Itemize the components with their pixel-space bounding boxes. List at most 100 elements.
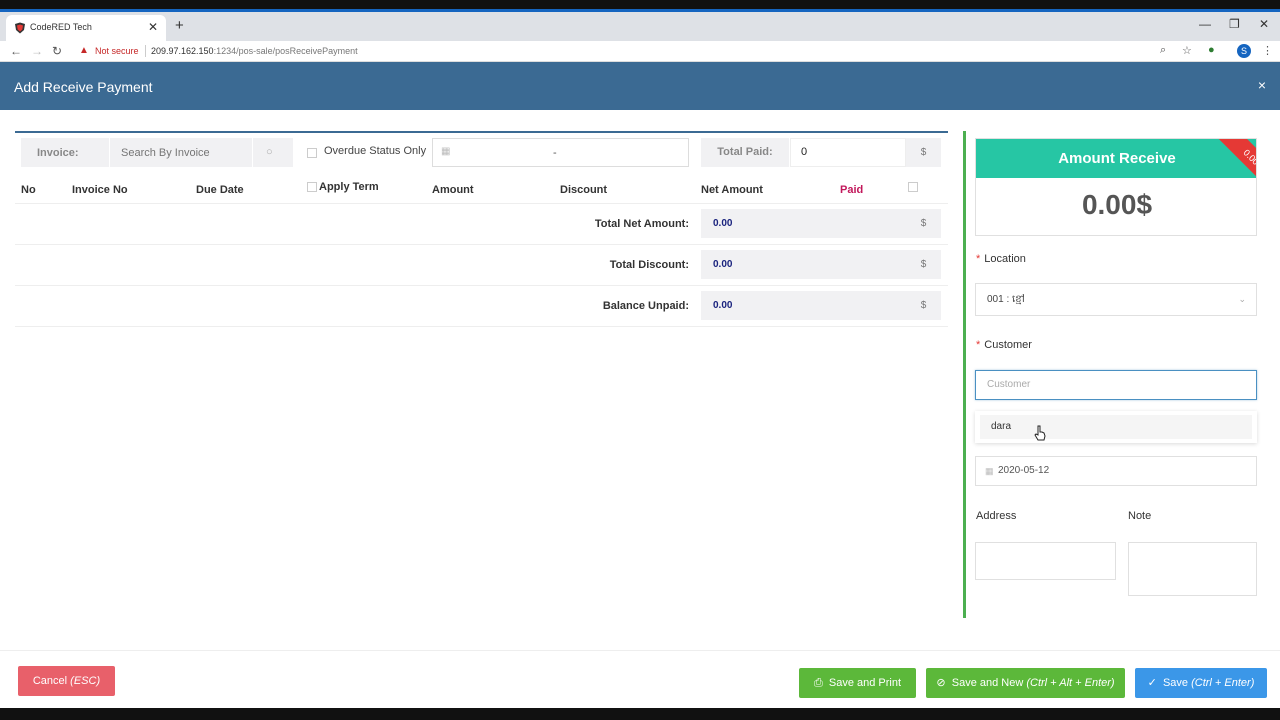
amount-receive-card: Amount Receive 0.00$ 0.00$ bbox=[975, 138, 1257, 236]
customer-option[interactable]: dara bbox=[980, 415, 1252, 439]
divider bbox=[15, 285, 948, 286]
location-label: * Location bbox=[976, 253, 1026, 265]
save-new-hint: (Ctrl + Alt + Enter) bbox=[1026, 677, 1115, 689]
invoice-search-input[interactable] bbox=[110, 138, 252, 167]
location-label-text: Location bbox=[984, 253, 1026, 265]
currency-addon: $ bbox=[906, 250, 941, 279]
col-net-amount: Net Amount bbox=[701, 184, 763, 196]
save-new-label: Save and New bbox=[951, 677, 1024, 689]
customer-label-text: Customer bbox=[984, 339, 1032, 351]
save-and-new-button[interactable]: ⊘ Save and New (Ctrl + Alt + Enter) bbox=[926, 668, 1125, 698]
select-all-checkbox[interactable] bbox=[908, 182, 918, 192]
not-secure-label[interactable]: Not secure bbox=[95, 46, 139, 56]
tab-title: CodeRED Tech bbox=[30, 22, 92, 32]
col-paid: Paid bbox=[840, 184, 864, 196]
save-label: Save bbox=[1162, 677, 1189, 689]
modal-body: Invoice: ○ Overdue Status Only ▦ - Total… bbox=[0, 110, 1280, 650]
save-button[interactable]: ✓ Save (Ctrl + Enter) bbox=[1135, 668, 1267, 698]
minimize-icon[interactable]: — bbox=[1199, 17, 1211, 31]
back-icon[interactable]: ← bbox=[10, 44, 22, 58]
col-discount: Discount bbox=[560, 184, 608, 196]
search-icon: ○ bbox=[266, 146, 273, 158]
reload-icon[interactable]: ↻ bbox=[52, 44, 62, 58]
date-field[interactable]: ▦ 2020-05-12 bbox=[975, 456, 1257, 486]
shield-icon bbox=[15, 22, 25, 34]
address-bar: ← → ↻ ▲ Not secure 209.97.162.150:1234/p… bbox=[0, 41, 1280, 62]
customer-label: * Customer bbox=[976, 339, 1032, 351]
close-icon[interactable]: × bbox=[1258, 77, 1266, 93]
total-paid-label: Total Paid: bbox=[701, 138, 789, 167]
date-range-picker[interactable]: ▦ - bbox=[432, 138, 689, 167]
balance-unpaid-label: Balance Unpaid: bbox=[602, 300, 689, 312]
top-border bbox=[0, 0, 1280, 12]
url-host: 209.97.162.150 bbox=[151, 46, 214, 56]
col-due-date: Due Date bbox=[196, 184, 244, 196]
new-tab-button[interactable]: + bbox=[175, 17, 184, 34]
total-net-label: Total Net Amount: bbox=[594, 218, 689, 230]
close-window-icon[interactable]: ✕ bbox=[1259, 17, 1269, 31]
balance-unpaid-value: 0.00 bbox=[701, 291, 907, 320]
star-icon[interactable]: ☆ bbox=[1182, 44, 1192, 57]
save-and-print-button[interactable]: ⎙ Save and Print bbox=[799, 668, 916, 698]
location-value: 001 : ខ្មៅ bbox=[987, 294, 1025, 305]
required-mark: * bbox=[976, 253, 981, 265]
invoice-label: Invoice: bbox=[37, 147, 79, 159]
cancel-button[interactable]: Cancel (ESC) bbox=[18, 666, 115, 696]
warning-icon[interactable]: ▲ bbox=[79, 45, 89, 56]
total-paid-input[interactable]: 0 bbox=[790, 138, 906, 167]
green-divider bbox=[963, 131, 966, 618]
date-value: 2020-05-12 bbox=[998, 465, 1050, 476]
calendar-icon: ▦ bbox=[985, 466, 994, 476]
extension-icon[interactable]: ● bbox=[1208, 44, 1215, 56]
restore-icon[interactable]: ❐ bbox=[1229, 17, 1240, 31]
location-select[interactable]: 001 : ខ្មៅ ⌄ bbox=[975, 283, 1257, 316]
chevron-down-icon: ⌄ bbox=[1238, 294, 1246, 304]
address-textarea[interactable] bbox=[975, 542, 1116, 580]
bottom-border bbox=[0, 708, 1280, 720]
modal-title: Add Receive Payment bbox=[14, 79, 153, 95]
currency-addon: $ bbox=[906, 209, 941, 238]
forward-icon[interactable]: → bbox=[31, 44, 43, 58]
date-separator: - bbox=[553, 147, 557, 159]
address-label: Address bbox=[976, 510, 1017, 522]
browser-tabstrip: CodeRED Tech ✕ bbox=[0, 12, 1280, 41]
col-no: No bbox=[21, 184, 36, 196]
amount-receive-title: Amount Receive bbox=[976, 139, 1256, 178]
close-tab-icon[interactable]: ✕ bbox=[148, 20, 158, 34]
divider bbox=[15, 326, 948, 327]
note-textarea[interactable] bbox=[1128, 542, 1257, 596]
url-field[interactable]: 209.97.162.150:1234/pos-sale/posReceiveP… bbox=[151, 46, 358, 56]
calendar-icon: ▦ bbox=[441, 146, 451, 157]
search-button[interactable] bbox=[253, 138, 293, 167]
customer-dropdown: dara bbox=[975, 411, 1257, 443]
zoom-icon[interactable]: ⌕ bbox=[1160, 44, 1166, 57]
modal-footer: Cancel (ESC) ⎙ Save and Print ⊘ Save and… bbox=[0, 650, 1280, 708]
check-icon: ✓ bbox=[1147, 677, 1157, 689]
required-mark: * bbox=[976, 339, 981, 351]
customer-input[interactable]: Customer bbox=[975, 370, 1257, 400]
currency-addon: $ bbox=[906, 291, 941, 320]
divider bbox=[145, 45, 146, 57]
apply-term-checkbox[interactable] bbox=[307, 182, 317, 192]
currency-addon: $ bbox=[906, 138, 941, 167]
divider bbox=[15, 203, 948, 204]
total-discount-label: Total Discount: bbox=[609, 259, 689, 271]
cancel-label: Cancel bbox=[32, 675, 68, 687]
col-apply-term: Apply Term bbox=[319, 181, 379, 193]
save-hint: (Ctrl + Enter) bbox=[1191, 677, 1255, 689]
printer-icon: ⎙ bbox=[813, 677, 823, 689]
note-label: Note bbox=[1128, 510, 1152, 522]
total-discount-value: 0.00 bbox=[701, 250, 907, 279]
url-path: :1234/pos-sale/posReceivePayment bbox=[213, 46, 358, 56]
browser-tab[interactable]: CodeRED Tech ✕ bbox=[6, 15, 166, 41]
divider bbox=[15, 244, 948, 245]
overdue-label: Overdue Status Only bbox=[324, 145, 427, 157]
cancel-hint: (ESC) bbox=[70, 675, 101, 687]
profile-avatar[interactable]: S bbox=[1237, 44, 1251, 58]
check-circle-icon: ⊘ bbox=[936, 677, 946, 689]
overdue-checkbox[interactable] bbox=[307, 148, 317, 158]
modal-header: Add Receive Payment × bbox=[0, 62, 1280, 110]
amount-receive-value: 0.00$ bbox=[1081, 189, 1153, 220]
menu-icon[interactable]: ⋮ bbox=[1262, 44, 1273, 57]
hand-cursor-icon bbox=[1034, 425, 1046, 441]
